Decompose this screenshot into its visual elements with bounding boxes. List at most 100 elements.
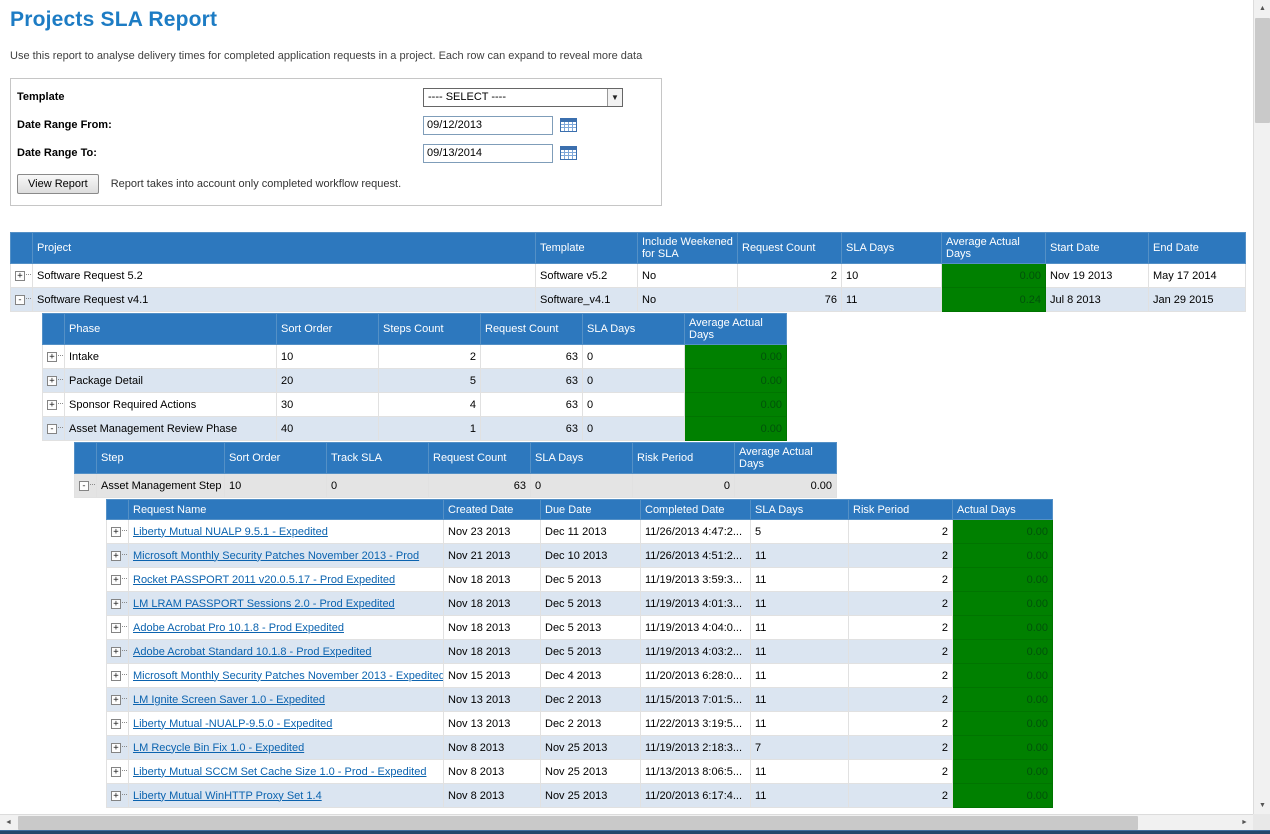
created-date-cell: Nov 18 2013 (444, 592, 541, 616)
scroll-up-icon[interactable]: ▲ (1254, 0, 1270, 17)
request-name-link[interactable]: Microsoft Monthly Security Patches Novem… (133, 670, 444, 682)
completed-date-cell: 11/13/2013 8:06:5... (641, 760, 751, 784)
col-header-request-count: Request Count (738, 233, 842, 264)
header-spacer (43, 314, 65, 345)
sla-days-cell: 7 (751, 736, 849, 760)
expand-toggle-icon[interactable]: + (111, 743, 121, 753)
risk-period-cell: 2 (849, 760, 953, 784)
expand-toggle-icon[interactable]: + (15, 271, 25, 281)
risk-period-cell: 2 (849, 544, 953, 568)
request-row: + Adobe Acrobat Standard 10.1.8 - Prod E… (107, 640, 1053, 664)
expander-cell: + (107, 568, 129, 592)
tree-connector (122, 554, 129, 555)
request-name-link[interactable]: LM LRAM PASSPORT Sessions 2.0 - Prod Exp… (133, 598, 395, 610)
sla-days-cell: 0 (531, 474, 633, 498)
request-name-cell: Microsoft Monthly Security Patches Novem… (129, 544, 444, 568)
expand-toggle-icon[interactable]: + (47, 400, 57, 410)
request-name-cell: Liberty Mutual SCCM Set Cache Size 1.0 -… (129, 760, 444, 784)
date-to-input[interactable] (423, 144, 553, 163)
completed-date-cell: 11/19/2013 4:03:2... (641, 640, 751, 664)
request-name-link[interactable]: LM Recycle Bin Fix 1.0 - Expedited (133, 742, 304, 754)
phase-table: Phase Sort Order Steps Count Request Cou… (42, 313, 787, 441)
request-name-link[interactable]: Adobe Acrobat Pro 10.1.8 - Prod Expedite… (133, 622, 344, 634)
request-name-link[interactable]: Microsoft Monthly Security Patches Novem… (133, 550, 419, 562)
vertical-scrollbar[interactable]: ▲ ▼ (1253, 0, 1270, 814)
horizontal-scrollbar[interactable]: ◄ ► (0, 814, 1253, 830)
col-header-completed-date: Completed Date (641, 500, 751, 520)
expand-toggle-icon[interactable]: + (111, 575, 121, 585)
sla-days-cell: 11 (751, 688, 849, 712)
risk-period-cell: 2 (849, 568, 953, 592)
horizontal-scrollbar-thumb[interactable] (18, 816, 1138, 830)
col-header-due-date: Due Date (541, 500, 641, 520)
sort-order-cell: 40 (277, 417, 379, 441)
request-row: + LM Ignite Screen Saver 1.0 - Expedited… (107, 688, 1053, 712)
expand-toggle-icon[interactable]: + (111, 719, 121, 729)
date-from-input[interactable] (423, 116, 553, 135)
scroll-right-icon[interactable]: ► (1236, 815, 1253, 831)
template-select-value: ---- SELECT ---- (424, 91, 607, 103)
project-row: - Software Request v4.1 Software_v4.1 No… (11, 288, 1246, 312)
expand-toggle-icon[interactable]: + (111, 671, 121, 681)
sla-days-cell: 5 (751, 520, 849, 544)
tree-connector (58, 379, 65, 380)
projects-sla-report-page: Projects SLA Report Use this report to a… (0, 0, 1270, 834)
expand-toggle-icon[interactable]: + (111, 791, 121, 801)
calendar-icon[interactable] (560, 117, 577, 133)
view-report-row: View Report Report takes into account on… (17, 169, 653, 199)
expand-toggle-icon[interactable]: + (111, 767, 121, 777)
request-row: + Liberty Mutual NUALP 9.5.1 - Expedited… (107, 520, 1053, 544)
due-date-cell: Nov 25 2013 (541, 784, 641, 808)
avg-actual-days-cell: 0.00 (685, 345, 787, 369)
actual-days-cell: 0.00 (953, 664, 1053, 688)
request-name-link[interactable]: Liberty Mutual -NUALP-9.5.0 - Expedited (133, 718, 332, 730)
due-date-cell: Nov 25 2013 (541, 736, 641, 760)
phase-name-cell: Sponsor Required Actions (65, 393, 277, 417)
expand-toggle-icon[interactable]: + (111, 527, 121, 537)
request-name-link[interactable]: Adobe Acrobat Standard 10.1.8 - Prod Exp… (133, 646, 372, 658)
expand-toggle-icon[interactable]: + (47, 376, 57, 386)
tree-connector (122, 722, 129, 723)
request-row: + Liberty Mutual -NUALP-9.5.0 - Expedite… (107, 712, 1053, 736)
calendar-icon[interactable] (560, 145, 577, 161)
actual-days-cell: 0.00 (953, 592, 1053, 616)
tree-connector (58, 403, 65, 404)
expand-toggle-icon[interactable]: + (111, 599, 121, 609)
template-cell: Software_v4.1 (536, 288, 638, 312)
col-header-sla-days: SLA Days (751, 500, 849, 520)
vertical-scrollbar-thumb[interactable] (1255, 18, 1270, 123)
expander-cell: + (107, 520, 129, 544)
expand-toggle-icon[interactable]: + (111, 551, 121, 561)
report-content: Projects SLA Report Use this report to a… (0, 0, 1253, 810)
scroll-left-icon[interactable]: ◄ (0, 815, 17, 831)
request-name-link[interactable]: Rocket PASSPORT 2011 v20.0.5.17 - Prod E… (133, 574, 395, 586)
request-name-link[interactable]: Liberty Mutual SCCM Set Cache Size 1.0 -… (133, 766, 426, 778)
col-header-sla-days: SLA Days (842, 233, 942, 264)
date-to-filter-row: Date Range To: (17, 139, 653, 167)
expand-toggle-icon[interactable]: + (47, 352, 57, 362)
request-name-cell: Microsoft Monthly Security Patches Novem… (129, 664, 444, 688)
col-header-sla-days: SLA Days (531, 443, 633, 474)
request-name-link[interactable]: Liberty Mutual NUALP 9.5.1 - Expedited (133, 526, 328, 538)
tree-connector (122, 794, 129, 795)
scroll-down-icon[interactable]: ▼ (1254, 797, 1270, 814)
date-to-label: Date Range To: (17, 147, 423, 159)
view-report-button[interactable]: View Report (17, 174, 99, 194)
expand-toggle-icon[interactable]: + (111, 623, 121, 633)
sla-days-cell: 11 (751, 544, 849, 568)
col-header-sort-order: Sort Order (277, 314, 379, 345)
expand-toggle-icon[interactable]: - (15, 295, 25, 305)
request-name-link[interactable]: Liberty Mutual WinHTTP Proxy Set 1.4 (133, 790, 322, 802)
request-name-link[interactable]: LM Ignite Screen Saver 1.0 - Expedited (133, 694, 325, 706)
tree-connector (58, 355, 65, 356)
expand-toggle-icon[interactable]: + (111, 695, 121, 705)
expand-toggle-icon[interactable]: + (111, 647, 121, 657)
tree-connector (26, 274, 33, 275)
expand-toggle-icon[interactable]: - (79, 481, 89, 491)
expander-cell: + (11, 264, 33, 288)
request-name-cell: LM Recycle Bin Fix 1.0 - Expedited (129, 736, 444, 760)
request-name-cell: Liberty Mutual WinHTTP Proxy Set 1.4 (129, 784, 444, 808)
expand-toggle-icon[interactable]: - (47, 424, 57, 434)
template-select[interactable]: ---- SELECT ---- ▼ (423, 88, 623, 107)
col-header-steps-count: Steps Count (379, 314, 481, 345)
